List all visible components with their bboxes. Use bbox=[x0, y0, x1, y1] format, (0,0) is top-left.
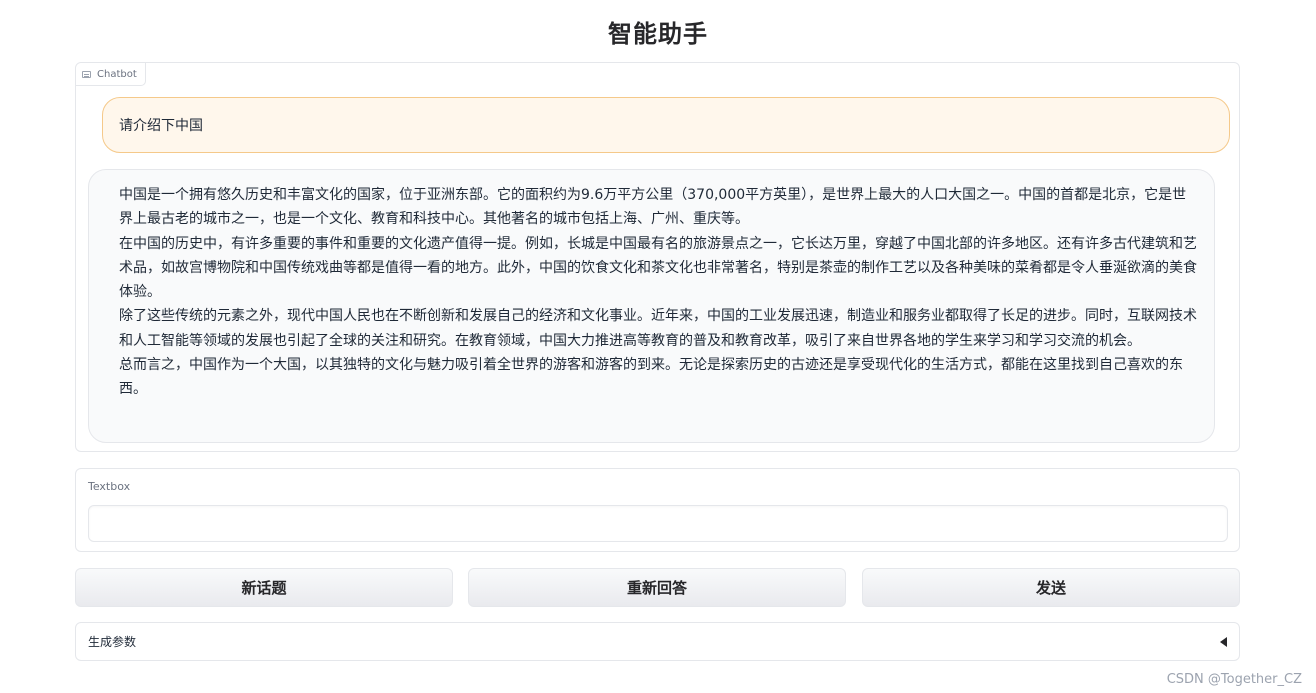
chatbot-panel[interactable]: Chatbot 请介绍下中国 中国是一个拥有悠久历史和丰富文化的国家，位于亚洲东… bbox=[75, 62, 1240, 452]
bot-message: 中国是一个拥有悠久历史和丰富文化的国家，位于亚洲东部。它的面积约为9.6万平方公… bbox=[88, 169, 1215, 443]
chatbot-label: Chatbot bbox=[76, 63, 146, 86]
bot-message-paragraph: 总而言之，中国作为一个大国，以其独特的文化与魅力吸引着全世界的游客和游客的到来。… bbox=[119, 357, 1183, 398]
new-topic-button[interactable]: 新话题 bbox=[75, 568, 453, 607]
chatbot-label-text: Chatbot bbox=[97, 68, 137, 80]
message-input[interactable] bbox=[88, 505, 1228, 542]
user-message: 请介绍下中国 bbox=[102, 97, 1230, 153]
generation-params-accordion[interactable]: 生成参数 bbox=[75, 622, 1240, 661]
bot-message-paragraph: 除了这些传统的元素之外，现代中国人民也在不断创新和发展自己的经济和文化事业。近年… bbox=[119, 308, 1197, 349]
user-message-text: 请介绍下中国 bbox=[119, 118, 203, 134]
chat-bubble-icon bbox=[82, 70, 91, 78]
textbox-label: Textbox bbox=[88, 480, 131, 493]
bot-message-paragraph: 在中国的历史中，有许多重要的事件和重要的文化遗产值得一提。例如，长城是中国最有名… bbox=[119, 235, 1197, 301]
app-page: 智能助手 Chatbot 请介绍下中国 中国是一个拥有悠久历史和丰富文化的国家，… bbox=[0, 0, 1316, 693]
page-title: 智能助手 bbox=[608, 20, 708, 48]
bot-message-paragraph: 中国是一个拥有悠久历史和丰富文化的国家，位于亚洲东部。它的面积约为9.6万平方公… bbox=[119, 187, 1187, 228]
regenerate-button[interactable]: 重新回答 bbox=[468, 568, 846, 607]
caret-left-icon bbox=[1220, 636, 1227, 647]
textbox-panel: Textbox bbox=[75, 468, 1240, 552]
send-button[interactable]: 发送 bbox=[862, 568, 1240, 607]
watermark: CSDN @Together_CZ bbox=[1166, 672, 1302, 687]
accordion-label: 生成参数 bbox=[88, 635, 137, 649]
